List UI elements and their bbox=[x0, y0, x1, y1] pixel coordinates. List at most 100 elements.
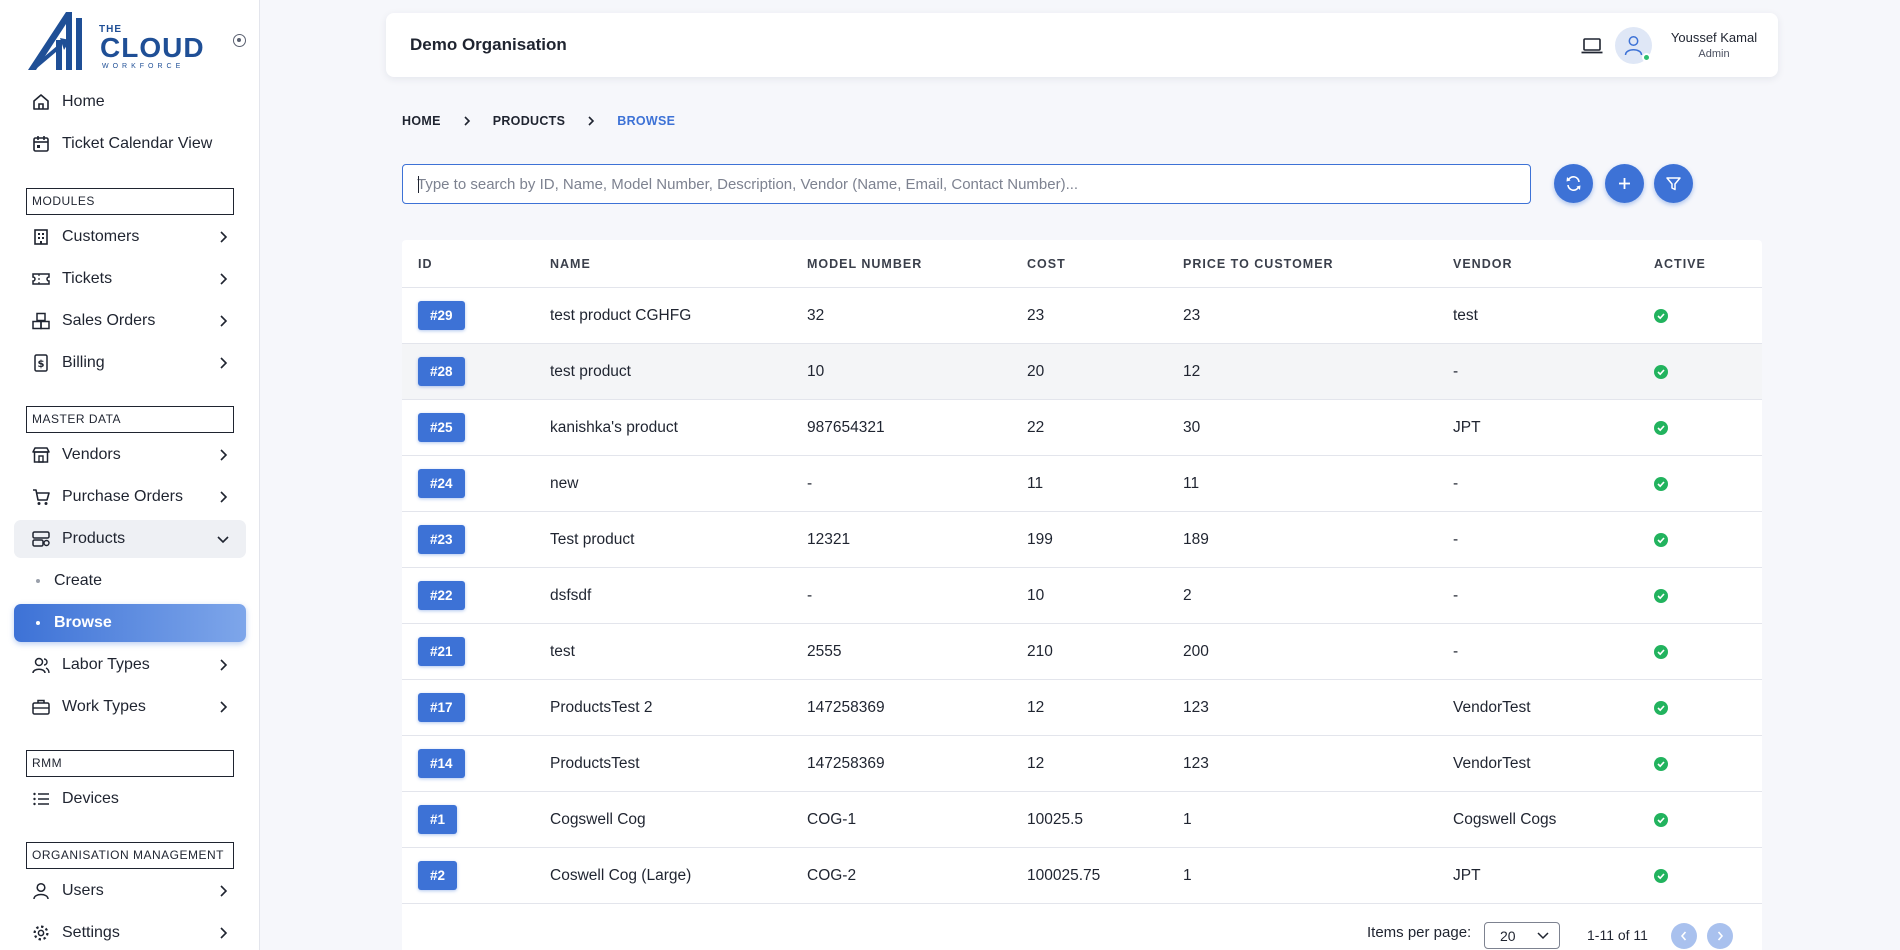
boxes-icon bbox=[32, 312, 50, 330]
table-row[interactable]: #25 kanishka's product 987654321 22 30 J… bbox=[402, 400, 1762, 456]
model-number: 12321 bbox=[807, 531, 851, 548]
refresh-button[interactable] bbox=[1554, 164, 1593, 203]
sidebar-item-tickets[interactable]: Tickets bbox=[14, 260, 246, 298]
items-per-page-label: Items per page: bbox=[1367, 924, 1472, 941]
sidebar-item-label: Create bbox=[54, 572, 103, 589]
sidebar-collapse-icon[interactable] bbox=[233, 34, 246, 47]
items-per-page-select[interactable]: 20 bbox=[1484, 922, 1560, 949]
table-row[interactable]: #2 Coswell Cog (Large) COG-2 100025.75 1… bbox=[402, 848, 1762, 904]
price-to-customer: 30 bbox=[1183, 419, 1201, 436]
laptop-icon[interactable] bbox=[1581, 37, 1603, 55]
breadcrumb-browse: BROWSE bbox=[617, 114, 676, 128]
price-to-customer: 189 bbox=[1183, 531, 1209, 548]
sidebar-item-users[interactable]: Users bbox=[14, 872, 246, 910]
table-row[interactable]: #14 ProductsTest 147258369 12 123 Vendor… bbox=[402, 736, 1762, 792]
sidebar-item-label: Billing bbox=[62, 354, 105, 371]
id-badge[interactable]: #22 bbox=[418, 581, 465, 610]
store-icon bbox=[32, 447, 50, 463]
column-header-vendor[interactable]: VENDOR bbox=[1453, 257, 1512, 271]
dollar-receipt-icon: $ bbox=[34, 354, 48, 372]
sidebar-item-products[interactable]: Products bbox=[14, 520, 246, 558]
product-name: kanishka's product bbox=[550, 419, 678, 436]
model-number: 2555 bbox=[807, 643, 842, 660]
breadcrumb-home[interactable]: HOME bbox=[402, 114, 441, 128]
company-logo[interactable]: THE CLOUD WORKFORCE bbox=[26, 10, 204, 72]
sidebar-item-vendors[interactable]: Vendors bbox=[14, 436, 246, 474]
column-header-model-number[interactable]: MODEL NUMBER bbox=[807, 257, 922, 271]
id-badge[interactable]: #28 bbox=[418, 357, 465, 386]
chevron-down-icon bbox=[1537, 932, 1549, 940]
id-badge[interactable]: #2 bbox=[418, 861, 458, 890]
sidebar-item-ticket-calendar[interactable]: Ticket Calendar View bbox=[14, 125, 246, 163]
organisation-name: Demo Organisation bbox=[410, 35, 567, 54]
column-header-price-to-customer[interactable]: PRICE TO CUSTOMER bbox=[1183, 257, 1334, 271]
sidebar-item-label: Settings bbox=[62, 924, 120, 941]
model-number: COG-1 bbox=[807, 811, 857, 828]
active-check-icon bbox=[1654, 813, 1668, 827]
table-row[interactable]: #22 dsfsdf - 10 2 - bbox=[402, 568, 1762, 624]
sidebar-subitem-browse[interactable]: Browse bbox=[14, 604, 246, 642]
column-header-name[interactable]: NAME bbox=[550, 257, 591, 271]
table-row[interactable]: #28 test product 10 20 12 - bbox=[402, 344, 1762, 400]
sidebar-item-home[interactable]: Home bbox=[14, 83, 246, 121]
column-header-active[interactable]: ACTIVE bbox=[1654, 257, 1706, 271]
product-name: test product CGHFG bbox=[550, 307, 692, 324]
product-name: Cogswell Cog bbox=[550, 811, 646, 828]
search-input[interactable] bbox=[403, 165, 1530, 203]
active-check-icon bbox=[1654, 589, 1668, 603]
cost: 22 bbox=[1027, 419, 1045, 436]
active-check-icon bbox=[1654, 757, 1668, 771]
active-check-icon bbox=[1654, 869, 1668, 883]
table-row[interactable]: #17 ProductsTest 2 147258369 12 123 Vend… bbox=[402, 680, 1762, 736]
active-check-icon bbox=[1654, 309, 1668, 323]
sidebar-item-sales-orders[interactable]: Sales Orders bbox=[14, 302, 246, 340]
breadcrumb-products[interactable]: PRODUCTS bbox=[493, 114, 566, 128]
id-badge[interactable]: #29 bbox=[418, 301, 465, 330]
user-name: Youssef Kamal bbox=[1670, 30, 1758, 45]
id-badge[interactable]: #23 bbox=[418, 525, 465, 554]
logo-mark-icon bbox=[28, 12, 82, 70]
column-header-cost[interactable]: COST bbox=[1027, 257, 1066, 271]
table-row[interactable]: #23 Test product 12321 199 189 - bbox=[402, 512, 1762, 568]
sidebar-item-work-types[interactable]: Work Types bbox=[14, 688, 246, 726]
id-badge[interactable]: #1 bbox=[418, 805, 458, 834]
sidebar-item-label: Vendors bbox=[62, 446, 121, 463]
cost: 199 bbox=[1027, 531, 1053, 548]
table-row[interactable]: #1 Cogswell Cog COG-1 10025.5 1 Cogswell… bbox=[402, 792, 1762, 848]
svg-text:$: $ bbox=[38, 359, 45, 370]
table-row[interactable]: #21 test 2555 210 200 - bbox=[402, 624, 1762, 680]
sidebar-item-billing[interactable]: $ Billing bbox=[14, 344, 246, 382]
id-badge[interactable]: #14 bbox=[418, 749, 465, 778]
sidebar-item-labor-types[interactable]: Labor Types bbox=[14, 646, 246, 684]
section-label-modules: MODULES bbox=[26, 188, 234, 215]
people-icon bbox=[32, 657, 50, 674]
active-check-icon bbox=[1654, 477, 1668, 491]
table-row[interactable]: #29 test product CGHFG 32 23 23 test bbox=[402, 288, 1762, 344]
sidebar-item-devices[interactable]: Devices bbox=[14, 780, 246, 818]
top-header: Demo Organisation Youssef Kamal Admin bbox=[386, 13, 1778, 77]
previous-page-button[interactable] bbox=[1671, 923, 1697, 949]
sidebar-item-customers[interactable]: Customers bbox=[14, 218, 246, 256]
sidebar-item-label: Users bbox=[62, 882, 104, 899]
column-header-id[interactable]: ID bbox=[418, 257, 433, 271]
active-check-icon bbox=[1654, 701, 1668, 715]
id-badge[interactable]: #24 bbox=[418, 469, 465, 498]
id-badge[interactable]: #21 bbox=[418, 637, 465, 666]
cost: 20 bbox=[1027, 363, 1045, 380]
avatar[interactable] bbox=[1615, 27, 1652, 64]
add-product-button[interactable] bbox=[1605, 164, 1644, 203]
filter-icon bbox=[1666, 177, 1681, 191]
gear-icon bbox=[33, 925, 49, 941]
sidebar-subitem-create[interactable]: Create bbox=[14, 562, 246, 600]
id-badge[interactable]: #17 bbox=[418, 693, 465, 722]
filter-button[interactable] bbox=[1654, 164, 1693, 203]
vendor: JPT bbox=[1453, 419, 1481, 436]
product-name: dsfsdf bbox=[550, 587, 592, 604]
id-badge[interactable]: #25 bbox=[418, 413, 465, 442]
sidebar-item-settings[interactable]: Settings bbox=[14, 914, 246, 950]
next-page-button[interactable] bbox=[1707, 923, 1733, 949]
chevron-right-icon bbox=[220, 885, 228, 897]
sidebar-item-purchase-orders[interactable]: Purchase Orders bbox=[14, 478, 246, 516]
product-name: test product bbox=[550, 363, 631, 380]
table-row[interactable]: #24 new - 11 11 - bbox=[402, 456, 1762, 512]
